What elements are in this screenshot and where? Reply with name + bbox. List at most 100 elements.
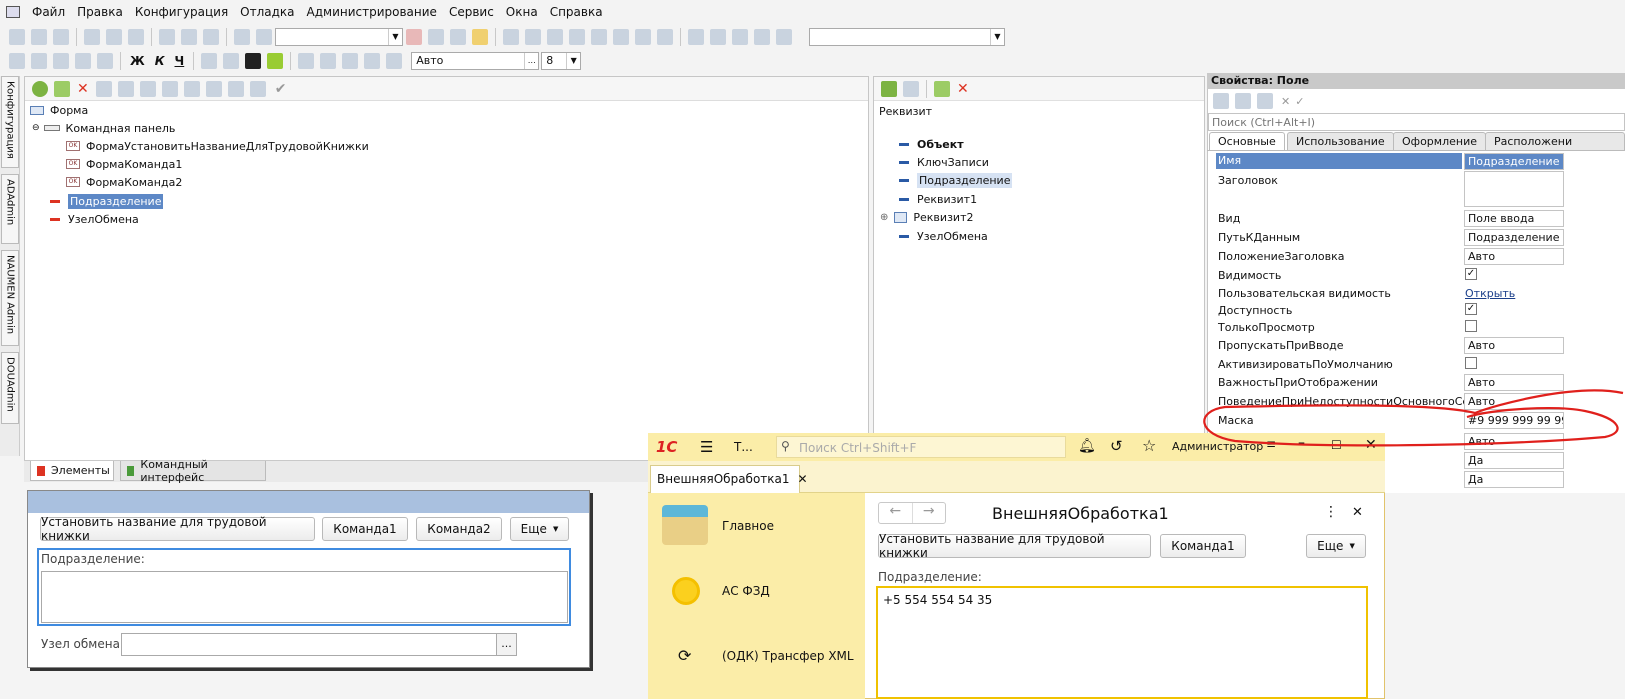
attr-row[interactable]: КлючЗаписи bbox=[899, 153, 989, 171]
ellipsis-icon[interactable]: … bbox=[524, 53, 538, 69]
back-arrow-icon[interactable]: ← bbox=[879, 503, 913, 523]
expand-icon[interactable]: ⊕ bbox=[880, 212, 888, 223]
vtab-adadmin[interactable]: ADAdmin bbox=[1, 174, 19, 244]
tab-external-processing[interactable]: ВнешняяОбработка1 ✕ bbox=[650, 465, 808, 493]
sort-icon[interactable] bbox=[1213, 93, 1229, 109]
forward-arrow-icon[interactable]: → bbox=[913, 503, 946, 523]
tab-location[interactable]: Расположени bbox=[1485, 132, 1625, 150]
clear-search-icon[interactable] bbox=[406, 29, 422, 45]
department-input[interactable]: +5 554 554 54 35 bbox=[876, 586, 1368, 699]
vtab-naumen[interactable]: NAUMEN Admin bbox=[1, 250, 19, 346]
attr-row[interactable]: УзелОбмена bbox=[899, 227, 988, 245]
prop-kind-field[interactable]: Поле ввода bbox=[1464, 210, 1564, 227]
menu-config[interactable]: Конфигурация bbox=[135, 5, 228, 19]
delete-icon[interactable]: ✕ bbox=[77, 81, 89, 97]
db-icon[interactable] bbox=[53, 53, 69, 69]
save-icon[interactable] bbox=[53, 29, 69, 45]
sidebar-item-afs[interactable]: АС ФЗД bbox=[722, 584, 770, 598]
app-menu-icon[interactable] bbox=[6, 6, 20, 18]
more-actions-icon[interactable]: ⋮ bbox=[1324, 504, 1338, 520]
group-icon[interactable] bbox=[183, 80, 200, 97]
settings-icon[interactable] bbox=[754, 29, 770, 45]
prop-open-link[interactable]: Открыть bbox=[1465, 287, 1515, 300]
font-color-icon[interactable] bbox=[245, 53, 262, 69]
close-tab-icon[interactable]: ✕ bbox=[798, 472, 808, 486]
tab-command-interface[interactable]: Командный интерфейс bbox=[120, 458, 266, 484]
move-up-icon[interactable] bbox=[95, 80, 112, 97]
breakpoint-icon[interactable] bbox=[569, 29, 585, 45]
sidebar-item-main[interactable]: Главное bbox=[722, 519, 774, 533]
exchange-node-input[interactable] bbox=[121, 633, 497, 656]
prop-visible-checkbox[interactable]: ✓ bbox=[1465, 268, 1477, 280]
prop-skip-field[interactable]: Авто bbox=[1464, 337, 1564, 354]
menu-admin[interactable]: Администрирование bbox=[307, 5, 437, 19]
more-button[interactable]: Еще ▼ bbox=[510, 517, 569, 541]
attr-row[interactable]: ⊕ Реквизит2 bbox=[880, 208, 973, 226]
border-icon[interactable] bbox=[201, 53, 218, 69]
tree-root[interactable]: Форма bbox=[30, 101, 88, 119]
timer-icon[interactable] bbox=[776, 29, 792, 45]
check-icon[interactable]: ✔ bbox=[275, 81, 287, 97]
tab-basic[interactable]: Основные bbox=[1209, 132, 1285, 150]
add-icon[interactable] bbox=[32, 80, 48, 97]
tree-field-selected[interactable]: Подразделение bbox=[50, 192, 164, 210]
step-icon[interactable] bbox=[591, 29, 607, 45]
more-button[interactable]: Еще ▼ bbox=[1306, 534, 1366, 558]
find-prev-icon[interactable] bbox=[450, 29, 466, 45]
run-icon[interactable] bbox=[657, 29, 673, 45]
menu-file[interactable]: Файл bbox=[32, 5, 65, 19]
menu-service[interactable]: Сервис bbox=[449, 5, 494, 19]
menu-debug[interactable]: Отладка bbox=[240, 5, 294, 19]
history-icon[interactable]: ↺ bbox=[1110, 437, 1123, 455]
italic-button[interactable]: К bbox=[155, 54, 165, 68]
table-icon[interactable] bbox=[31, 53, 47, 69]
bell-icon[interactable]: 🔔︎ bbox=[1078, 438, 1096, 454]
list-icon[interactable] bbox=[75, 53, 91, 69]
add-column-icon[interactable] bbox=[903, 80, 919, 97]
tree-command-panel[interactable]: ⊖ Командная панель bbox=[32, 119, 175, 137]
align-center-icon[interactable] bbox=[320, 53, 337, 69]
check-icon[interactable]: ✓ bbox=[1295, 95, 1304, 108]
tree-command[interactable]: OK ФормаУстановитьНазваниеДляТрудовойКниж… bbox=[66, 137, 369, 155]
prop-titlepos-field[interactable]: Авто bbox=[1464, 248, 1564, 265]
attr-row[interactable]: Реквизит1 bbox=[899, 190, 977, 208]
select-button[interactable]: ... bbox=[496, 633, 517, 656]
command1-button[interactable]: Команда1 bbox=[1160, 534, 1246, 558]
department-textarea[interactable] bbox=[41, 571, 568, 623]
copy-icon[interactable] bbox=[106, 29, 122, 45]
move-down-icon[interactable] bbox=[117, 80, 134, 97]
tools-icon[interactable] bbox=[525, 29, 541, 45]
highlight-icon[interactable] bbox=[267, 53, 284, 69]
attr-row-selected[interactable]: Подразделение bbox=[899, 171, 1013, 189]
add-attribute-icon[interactable] bbox=[881, 80, 897, 97]
cut-icon[interactable] bbox=[84, 29, 100, 45]
vtab-config[interactable]: Конфигурация bbox=[1, 76, 19, 168]
close-form-icon[interactable]: ✕ bbox=[1352, 505, 1363, 520]
prop-activate-checkbox[interactable] bbox=[1465, 357, 1477, 369]
grid-icon[interactable] bbox=[9, 53, 25, 69]
redo-icon[interactable] bbox=[203, 29, 219, 45]
tab-usage[interactable]: Использование bbox=[1287, 132, 1394, 150]
help-icon[interactable] bbox=[547, 29, 563, 45]
undo-icon[interactable] bbox=[181, 29, 197, 45]
properties-search-input[interactable] bbox=[1208, 113, 1625, 131]
export-icon[interactable] bbox=[97, 53, 113, 69]
prop-name-field[interactable]: Подразделение bbox=[1464, 153, 1564, 170]
new-doc-icon[interactable] bbox=[9, 29, 25, 45]
properties-icon[interactable] bbox=[139, 80, 156, 97]
command2-button[interactable]: Команда2 bbox=[416, 517, 502, 541]
paste-icon[interactable] bbox=[128, 29, 144, 45]
align-justify-icon[interactable] bbox=[364, 53, 381, 69]
close-icon[interactable]: ✕ bbox=[1281, 95, 1290, 108]
merge-icon[interactable] bbox=[386, 53, 403, 69]
collapse-icon[interactable]: ⊖ bbox=[32, 123, 40, 133]
categories-icon[interactable] bbox=[1235, 93, 1251, 109]
prop-datapath-field[interactable]: Подразделение bbox=[1464, 229, 1564, 246]
window-icon[interactable] bbox=[503, 29, 519, 45]
find-next-icon[interactable] bbox=[428, 29, 444, 45]
chevron-down-icon[interactable]: ▼ bbox=[388, 29, 402, 45]
hamburger-icon[interactable]: ☰ bbox=[700, 438, 713, 456]
menu-edit[interactable]: Правка bbox=[77, 5, 123, 19]
set-title-button[interactable]: Установить название для трудовой книжки bbox=[878, 532, 1151, 560]
search-icon[interactable] bbox=[256, 29, 272, 45]
